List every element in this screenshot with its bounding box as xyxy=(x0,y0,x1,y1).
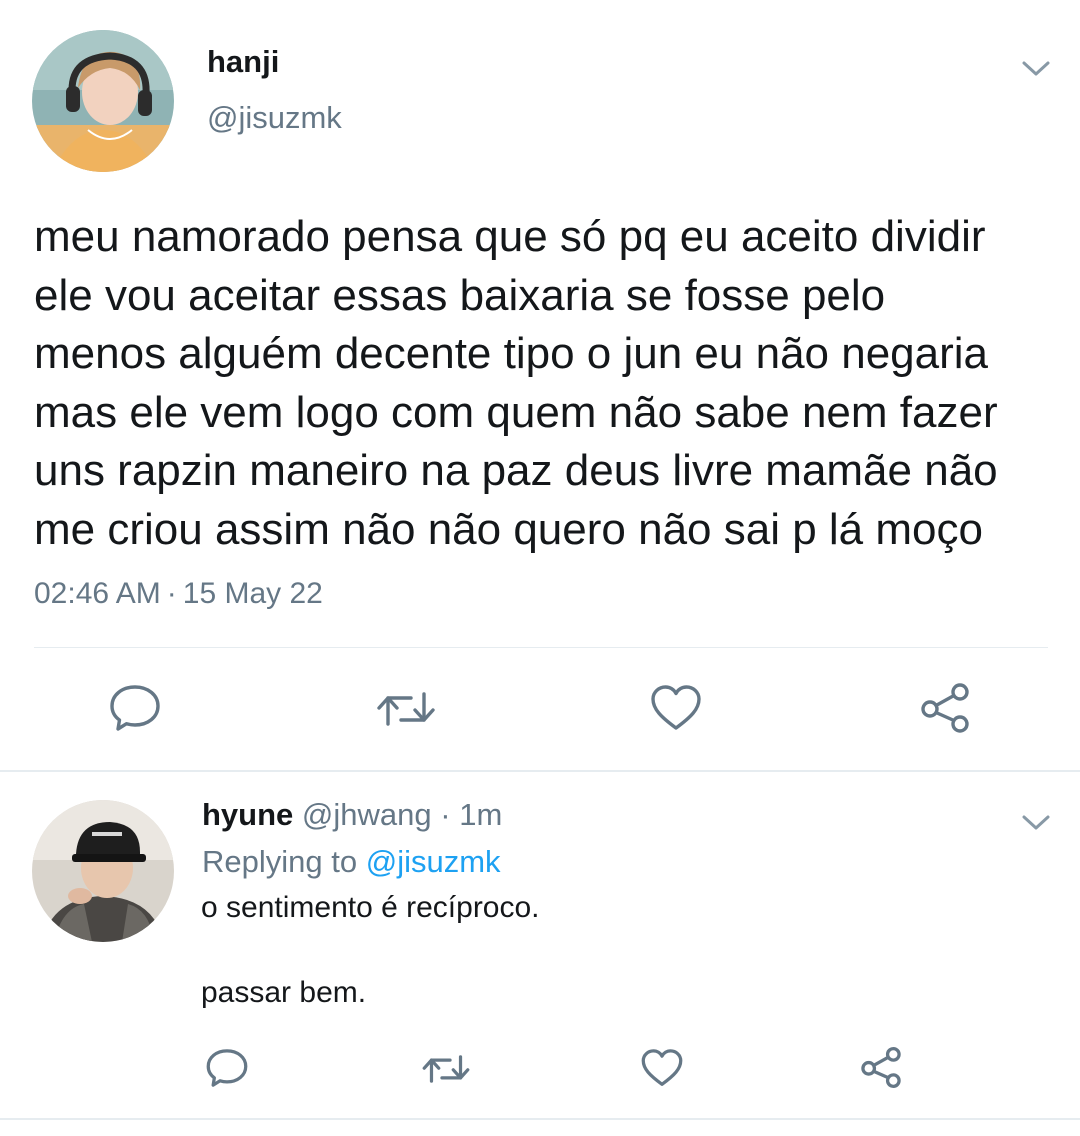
reply-icon[interactable] xyxy=(108,683,162,733)
tweet-text-line: uns rapzin maneiro na paz deus livre mam… xyxy=(34,446,998,495)
meta-separator: · xyxy=(440,797,451,832)
like-icon[interactable] xyxy=(640,1048,684,1088)
meta-separator: · xyxy=(166,577,177,610)
divider xyxy=(34,647,1048,648)
reply-author-avatar[interactable] xyxy=(32,800,174,942)
author-avatar[interactable] xyxy=(32,30,174,172)
tweet-text-line: meu namorado pensa que só pq eu aceito d… xyxy=(34,212,986,261)
reply-header: hyune @jhwang · 1m xyxy=(202,797,502,833)
retweet-icon[interactable] xyxy=(375,686,437,732)
reply-author-handle[interactable]: @jhwang xyxy=(302,797,432,832)
author-handle[interactable]: @jisuzmk xyxy=(207,100,342,136)
tweet-date: 15 May 22 xyxy=(182,577,323,610)
tweet-text: meu namorado pensa que só pq eu aceito d… xyxy=(34,208,1044,559)
reply-author-name[interactable]: hyune xyxy=(202,797,293,832)
replying-to-mention[interactable]: @jisuzmk xyxy=(366,844,501,879)
replying-to-label: Replying to xyxy=(202,844,358,879)
reply-text: o sentimento é recíproco. xyxy=(201,891,540,924)
divider xyxy=(0,1118,1080,1120)
reply-text: passar bem. xyxy=(201,976,367,1009)
reply-icon[interactable] xyxy=(205,1047,249,1089)
tweet-text-line: mas ele vem logo com quem não sabe nem f… xyxy=(34,387,998,437)
divider xyxy=(0,770,1080,772)
share-icon[interactable] xyxy=(858,1046,904,1089)
retweet-icon[interactable] xyxy=(421,1050,471,1088)
tweet-text-line: menos alguém decente tipo o jun eu não n… xyxy=(34,329,989,378)
share-icon[interactable] xyxy=(917,682,973,734)
replying-to: Replying to @jisuzmk xyxy=(202,844,501,880)
author-name[interactable]: hanji xyxy=(207,44,279,80)
chevron-down-icon[interactable] xyxy=(1021,58,1051,78)
like-icon[interactable] xyxy=(649,684,703,732)
tweet-time: 02:46 AM xyxy=(34,577,161,610)
reply-age[interactable]: 1m xyxy=(459,797,502,832)
chevron-down-icon[interactable] xyxy=(1021,812,1051,832)
tweet-timestamp[interactable]: 02:46 AM · 15 May 22 xyxy=(34,577,323,611)
tweet-text-line: me criou assim não não quero não sai p l… xyxy=(34,504,983,554)
tweet-text-line: ele vou aceitar essas baixaria se fosse … xyxy=(34,270,886,320)
